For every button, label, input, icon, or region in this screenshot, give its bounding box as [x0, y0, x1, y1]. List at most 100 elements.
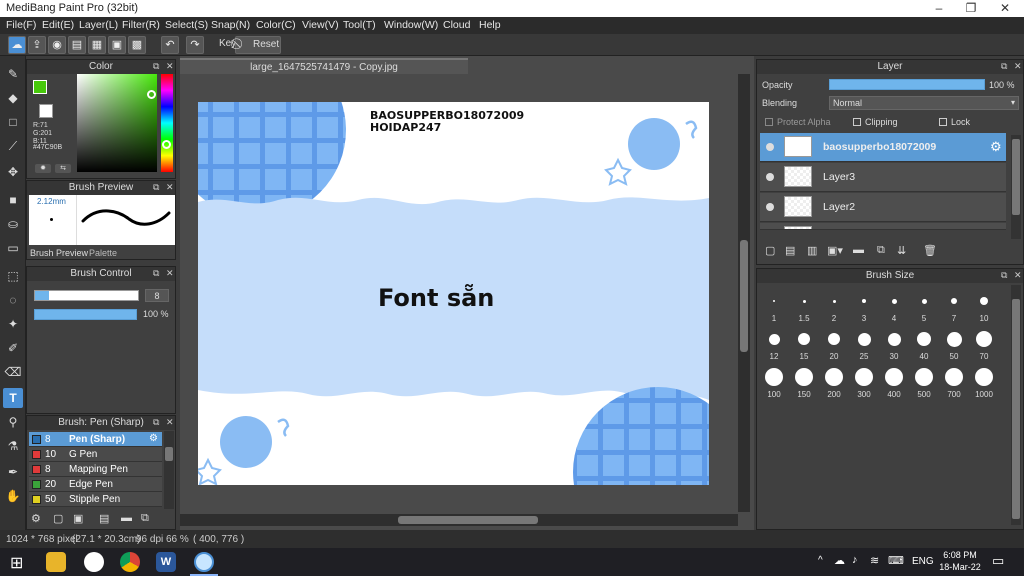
- menu-layer[interactable]: Layer(L): [79, 19, 118, 31]
- file-explorer-icon[interactable]: [46, 552, 66, 572]
- language-indicator[interactable]: ENG: [912, 556, 934, 567]
- redo-button[interactable]: ↷: [186, 36, 204, 54]
- lasso-tool-icon[interactable]: ◌: [3, 290, 23, 310]
- undo-button[interactable]: ↶: [161, 36, 179, 54]
- add-brush-icon[interactable]: ▣: [73, 512, 83, 525]
- grid-icon[interactable]: ▣: [108, 36, 126, 54]
- rectangle-tool-icon[interactable]: □: [3, 112, 23, 132]
- menu-help[interactable]: Help: [479, 19, 501, 31]
- visibility-icon[interactable]: [766, 173, 774, 181]
- select-pen-icon[interactable]: ✐: [3, 338, 23, 358]
- brush-size-option[interactable]: 3: [849, 287, 879, 323]
- brush-tool-icon[interactable]: ✎: [3, 64, 23, 84]
- brush-size-option[interactable]: 1000: [969, 363, 999, 399]
- brush-list-item[interactable]: 8 Mapping Pen: [29, 462, 162, 477]
- layer-opacity-slider[interactable]: [829, 79, 985, 90]
- secondary-color-swatch[interactable]: [39, 104, 53, 118]
- menu-tool[interactable]: Tool(T): [343, 19, 376, 31]
- brush-size-slider[interactable]: [34, 290, 139, 301]
- canvas[interactable]: BAOSUPPERBO18072009 HOIDAP247 Font sẵn: [198, 102, 709, 485]
- brush-size-option[interactable]: 10: [969, 287, 999, 323]
- menu-file[interactable]: File(F): [6, 19, 36, 31]
- add-layer-menu-icon[interactable]: ▣▾: [827, 244, 843, 257]
- brush-size-option[interactable]: 100: [759, 363, 789, 399]
- brush-size-option[interactable]: 4: [879, 287, 909, 323]
- word-icon[interactable]: W: [156, 552, 176, 572]
- hue-slider[interactable]: [161, 74, 173, 172]
- select-rect-icon[interactable]: ⬚: [3, 266, 23, 286]
- new-layer-icon[interactable]: ▢: [765, 244, 775, 257]
- brush-size-option[interactable]: 12: [759, 325, 789, 361]
- operation-tool-icon[interactable]: ⚲: [3, 412, 23, 432]
- copy-brush-icon[interactable]: ▤: [99, 512, 109, 525]
- brush-opacity-slider[interactable]: [34, 309, 137, 320]
- brush-size-option[interactable]: 70: [969, 325, 999, 361]
- brush-size-option[interactable]: 5: [909, 287, 939, 323]
- canvas-main-text[interactable]: Font sẵn: [378, 284, 494, 312]
- windows-start-icon[interactable]: ⊞: [10, 553, 23, 573]
- menu-cloud[interactable]: Cloud: [443, 19, 470, 31]
- layer-row[interactable]: Layer3: [760, 163, 1006, 192]
- merge-layer-icon[interactable]: ⇊: [897, 244, 906, 257]
- dropper-tool-icon[interactable]: ⚗: [3, 436, 23, 456]
- close-icon[interactable]: ✕: [166, 182, 174, 193]
- brush-size-scrollbar[interactable]: [1011, 285, 1021, 525]
- medibang-icon[interactable]: [194, 552, 214, 572]
- brush-size-option[interactable]: 2: [819, 287, 849, 323]
- popout-icon[interactable]: ⧉: [153, 182, 159, 193]
- lock-checkbox[interactable]: [939, 118, 947, 126]
- select-eraser-icon[interactable]: ⌫: [3, 362, 23, 382]
- popout-icon[interactable]: ⧉: [153, 61, 159, 72]
- folder-icon[interactable]: ▬: [853, 244, 864, 256]
- brush-list-item[interactable]: 10 G Pen: [29, 447, 162, 462]
- saturation-value-picker[interactable]: [77, 74, 157, 172]
- document-icon[interactable]: ▦: [88, 36, 106, 54]
- text-tool-icon[interactable]: T: [3, 388, 23, 408]
- clipping-checkbox[interactable]: [853, 118, 861, 126]
- duplicate-layer-icon[interactable]: ⧉: [877, 244, 885, 257]
- tray-chevron-icon[interactable]: ^: [818, 555, 823, 566]
- brush-size-option[interactable]: 15: [789, 325, 819, 361]
- layer-row[interactable]: Layer1: [760, 223, 1006, 230]
- close-button[interactable]: ✕: [988, 0, 1022, 17]
- reset-button[interactable]: ⃠ Reset: [235, 36, 281, 54]
- brush-list-item[interactable]: 20 Edge Pen: [29, 477, 162, 492]
- brush-size-option[interactable]: 700: [939, 363, 969, 399]
- menu-color[interactable]: Color(C): [256, 19, 296, 31]
- layer-row[interactable]: Layer2: [760, 193, 1006, 222]
- layer-row[interactable]: baosupperbo18072009 ⚙: [760, 133, 1006, 162]
- brush-size-option[interactable]: 150: [789, 363, 819, 399]
- wifi-icon[interactable]: ≋: [870, 554, 879, 567]
- brush-size-option[interactable]: 400: [879, 363, 909, 399]
- network-icon[interactable]: ☁: [834, 554, 845, 567]
- protect-alpha-checkbox[interactable]: [765, 118, 773, 126]
- close-icon[interactable]: ✕: [1014, 61, 1022, 72]
- brush-size-option[interactable]: 7: [939, 287, 969, 323]
- popout-icon[interactable]: ⧉: [1001, 61, 1007, 72]
- magic-wand-icon[interactable]: ✦: [3, 314, 23, 334]
- brush-list-item[interactable]: 50 Stipple Pen: [29, 492, 162, 507]
- vertical-scrollbar[interactable]: [738, 74, 750, 512]
- canvas-text-line2[interactable]: HOIDAP247: [370, 122, 524, 134]
- menu-edit[interactable]: Edit(E): [42, 19, 74, 31]
- notification-icon[interactable]: ▭: [992, 553, 1004, 569]
- clock[interactable]: 6:08 PM 18-Mar-22: [936, 549, 984, 573]
- brush-size-option[interactable]: 300: [849, 363, 879, 399]
- popout-icon[interactable]: ⧉: [1001, 270, 1007, 281]
- close-icon[interactable]: ✕: [166, 268, 174, 279]
- folder-icon[interactable]: ▬: [121, 512, 132, 524]
- zalo-icon[interactable]: [84, 552, 104, 572]
- new-8bit-layer-icon[interactable]: ▥: [807, 244, 817, 257]
- picker-handle[interactable]: [147, 90, 156, 99]
- gear-icon[interactable]: ⚙: [149, 433, 158, 444]
- brush-size-value[interactable]: 8: [145, 289, 169, 302]
- brush-size-option[interactable]: 40: [909, 325, 939, 361]
- comment-icon[interactable]: ◉: [48, 36, 66, 54]
- visibility-icon[interactable]: [766, 143, 774, 151]
- document-tab[interactable]: large_1647525741479 - Copy.jpg: [180, 58, 468, 74]
- brush-size-option[interactable]: 30: [879, 325, 909, 361]
- cloud-icon[interactable]: ☁: [8, 36, 26, 54]
- eraser-tool-icon[interactable]: ◆: [3, 88, 23, 108]
- color-swap-icon[interactable]: ⇆: [55, 164, 71, 173]
- tab-brush-preview[interactable]: Brush Preview: [30, 248, 88, 258]
